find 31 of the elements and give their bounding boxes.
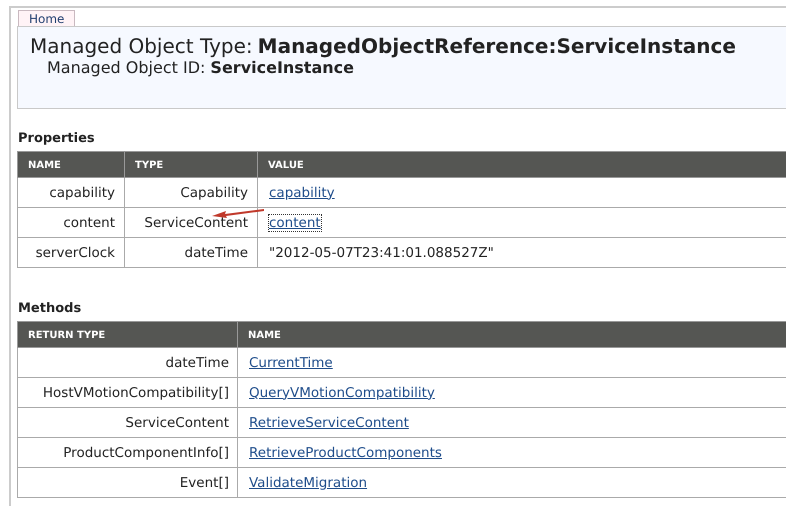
method-link[interactable]: RetrieveProductComponents	[249, 444, 442, 460]
method-link[interactable]: QueryVMotionCompatibility	[249, 384, 435, 400]
column-header: NAME	[238, 322, 786, 348]
type-label: Managed Object Type:	[30, 34, 253, 58]
home-tab[interactable]: Home	[18, 10, 76, 26]
table-cell: Capability	[124, 178, 258, 208]
table-cell: HostVMotionCompatibility[]	[18, 378, 238, 408]
column-header: NAME	[18, 152, 124, 178]
section-title: Methods	[18, 301, 82, 316]
column-header: TYPE	[124, 152, 258, 178]
method-link[interactable]: CurrentTime	[249, 354, 333, 370]
value-text: "2012-05-07T23:41:01.088527Z"	[269, 244, 494, 260]
table-cell: content	[18, 208, 124, 238]
table-cell: dateTime	[18, 348, 238, 378]
annotation-arrow	[211, 209, 265, 218]
table-cell: capability	[18, 178, 124, 208]
value-link[interactable]: capability	[269, 184, 335, 200]
table-cell: Event[]	[18, 468, 238, 498]
value-link[interactable]: content	[269, 214, 321, 230]
table-cell: ProductComponentInfo[]	[18, 438, 238, 468]
method-link[interactable]: RetrieveServiceContent	[249, 414, 409, 430]
section-title: Properties	[18, 131, 96, 146]
table-cell: serverClock	[18, 238, 124, 268]
table-cell: ServiceContent	[18, 408, 238, 438]
column-header: VALUE	[258, 152, 786, 178]
method-link[interactable]: ValidateMigration	[249, 474, 368, 490]
id-value: ServiceInstance	[210, 58, 354, 77]
column-header: RETURN TYPE	[18, 322, 238, 348]
table-cell: dateTime	[124, 238, 258, 268]
id-label: Managed Object ID:	[47, 58, 206, 77]
type-value: ManagedObjectReference:ServiceInstance	[258, 34, 736, 58]
